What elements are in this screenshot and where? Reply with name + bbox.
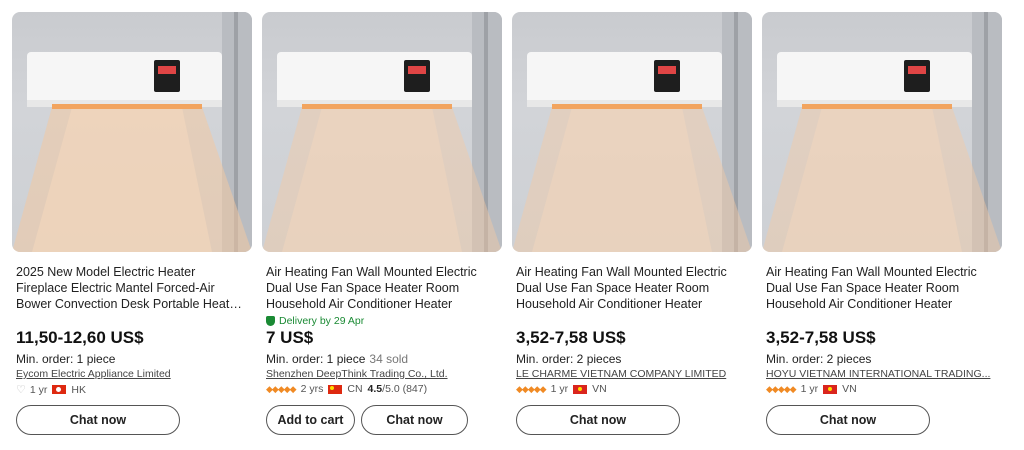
product-card[interactable]: 2025 New Model Electric Heater Fireplace…	[12, 12, 252, 442]
supplier-link[interactable]: Eycom Electric Appliance Limited	[16, 368, 244, 380]
min-order-text: Min. order: 2 pieces	[516, 352, 622, 366]
supplier-country: VN	[842, 383, 857, 395]
supplier-years: 1 yr	[800, 383, 819, 395]
chat-now-button[interactable]: Chat now	[516, 405, 680, 435]
flag-icon	[573, 384, 588, 394]
supplier-country: CN	[347, 383, 363, 395]
flag-icon	[328, 384, 343, 394]
product-price: 3,52-7,58 US$	[516, 328, 626, 347]
chat-now-button[interactable]: Chat now	[361, 405, 468, 435]
delivery-text: Delivery by 29 Apr	[279, 315, 365, 327]
supplier-link[interactable]: Shenzhen DeepThink Trading Co., Ltd.	[266, 368, 494, 380]
chat-now-button[interactable]: Chat now	[16, 405, 180, 435]
diamond-badge-icon: ♡	[16, 384, 26, 396]
action-buttons: Chat now	[516, 405, 680, 435]
add-to-cart-button[interactable]: Add to cart	[266, 405, 355, 435]
min-order-text: Min. order: 2 pieces	[766, 352, 872, 366]
action-buttons: Chat now	[16, 405, 180, 435]
product-image[interactable]	[262, 12, 502, 252]
min-order-text: Min. order: 1 piece	[16, 352, 116, 366]
supplier-link[interactable]: LE CHARME VIETNAM COMPANY LIMITED	[516, 368, 744, 380]
flag-icon	[823, 384, 838, 394]
product-image[interactable]	[12, 12, 252, 252]
diamond-badge-icon: ◆◆◆◆◆	[766, 383, 797, 394]
min-order-text: Min. order: 1 piece	[266, 352, 366, 366]
product-card[interactable]: Air Heating Fan Wall Mounted Electric Du…	[262, 12, 502, 442]
product-price: 11,50-12,60 US$	[16, 328, 144, 347]
supplier-country: HK	[71, 383, 86, 396]
action-buttons: Chat now	[766, 405, 930, 435]
delivery-info: Delivery by 29 Apr	[266, 314, 498, 328]
diamond-badge-icon: ◆◆◆◆◆	[266, 383, 297, 394]
flag-icon	[52, 385, 67, 394]
min-order: Min. order: 1 piece 34 sold	[266, 352, 408, 366]
supplier-meta: ♡ 1 yr HK	[16, 383, 86, 397]
product-price: 3,52-7,58 US$	[766, 328, 876, 347]
chat-now-button[interactable]: Chat now	[766, 405, 930, 435]
product-grid: 2025 New Model Electric Heater Fireplace…	[12, 12, 1012, 442]
min-order: Min. order: 2 pieces	[766, 352, 871, 366]
product-image[interactable]	[512, 12, 752, 252]
supplier-years: 1 yr	[550, 383, 569, 395]
action-buttons: Add to cart Chat now	[266, 405, 468, 435]
supplier-rating: 4.5/5.0 (847)	[368, 383, 428, 395]
product-title[interactable]: Air Heating Fan Wall Mounted Electric Du…	[516, 264, 748, 312]
supplier-years: 2 yrs	[300, 383, 324, 395]
supplier-meta: ◆◆◆◆◆ 2 yrs CN 4.5/5.0 (847)	[266, 383, 427, 395]
sold-count: 34 sold	[369, 352, 409, 366]
supplier-years: 1 yr	[29, 383, 48, 396]
rating-value: 4.5	[367, 383, 383, 395]
product-title[interactable]: Air Heating Fan Wall Mounted Electric Du…	[266, 264, 498, 312]
supplier-link[interactable]: HOYU VIETNAM INTERNATIONAL TRADING...	[766, 368, 994, 380]
product-card[interactable]: Air Heating Fan Wall Mounted Electric Du…	[512, 12, 752, 442]
product-card[interactable]: Air Heating Fan Wall Mounted Electric Du…	[762, 12, 1002, 442]
supplier-meta: ◆◆◆◆◆ 1 yr VN	[766, 383, 857, 395]
supplier-meta: ◆◆◆◆◆ 1 yr VN	[516, 383, 607, 395]
supplier-country: VN	[592, 383, 607, 395]
product-title[interactable]: 2025 New Model Electric Heater Fireplace…	[16, 264, 248, 312]
min-order: Min. order: 1 piece	[16, 352, 115, 366]
shield-check-icon	[266, 316, 275, 326]
rating-suffix: /5.0 (847)	[382, 383, 428, 395]
min-order: Min. order: 2 pieces	[516, 352, 621, 366]
product-image[interactable]	[762, 12, 1002, 252]
product-price: 7 US$	[266, 328, 314, 347]
product-title[interactable]: Air Heating Fan Wall Mounted Electric Du…	[766, 264, 998, 312]
diamond-badge-icon: ◆◆◆◆◆	[516, 383, 547, 394]
